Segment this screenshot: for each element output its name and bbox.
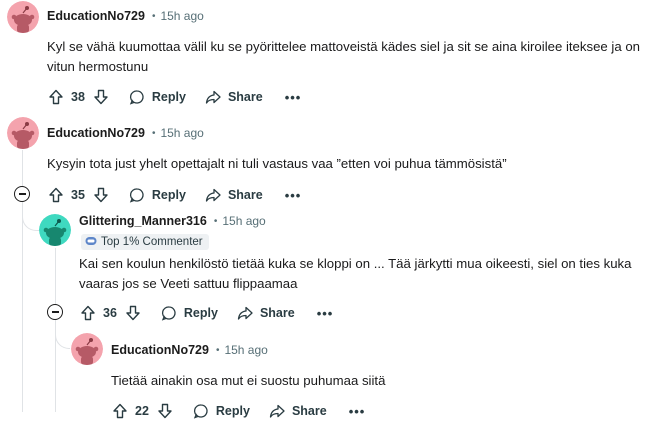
arrow-down-icon[interactable] xyxy=(92,186,110,204)
vote-count: 22 xyxy=(135,404,149,418)
minus-circle-icon xyxy=(18,193,26,195)
more-options-button[interactable]: ••• xyxy=(317,306,334,321)
comment-timestamp[interactable]: 15h ago xyxy=(224,343,267,357)
vote-count: 35 xyxy=(71,188,85,202)
reply-button[interactable]: Reply xyxy=(192,402,250,420)
meta-separator: • xyxy=(213,215,218,227)
vote-count: 36 xyxy=(103,306,117,320)
more-options-button[interactable]: ••• xyxy=(285,188,302,203)
thread-line xyxy=(22,202,23,412)
more-options-button[interactable]: ••• xyxy=(285,90,302,105)
comment-timestamp[interactable]: 15h ago xyxy=(160,126,203,140)
arrow-up-icon[interactable] xyxy=(111,402,129,420)
meta-separator: • xyxy=(151,127,156,139)
commenter-badge[interactable]: Top 1% Commenter xyxy=(81,234,209,250)
meta-separator: • xyxy=(151,10,156,22)
collapse-thread-button[interactable] xyxy=(14,186,30,202)
thread-connector xyxy=(55,318,70,349)
more-options-button[interactable]: ••• xyxy=(349,404,366,419)
comment-actions: 22 Reply Share ••• xyxy=(111,401,365,421)
arrow-up-icon[interactable] xyxy=(47,186,65,204)
reply-label: Reply xyxy=(151,188,186,202)
vote-count: 38 xyxy=(71,90,85,104)
reply-label: Reply xyxy=(215,404,250,418)
share-arrow-icon xyxy=(204,186,222,204)
comment-author[interactable]: Glittering_Manner316 xyxy=(79,214,207,228)
comment-body: Tietää ainakin osa mut ei suostu puhumaa… xyxy=(111,373,386,388)
avatar[interactable] xyxy=(39,214,71,246)
snoo-avatar-icon xyxy=(7,1,39,33)
arrow-up-icon[interactable] xyxy=(47,88,65,106)
comment-actions: 38 Reply Share ••• xyxy=(47,87,301,107)
thread-connector xyxy=(22,200,39,231)
reply-button[interactable]: Reply xyxy=(160,304,218,322)
snoo-avatar-icon xyxy=(7,117,39,149)
collapse-thread-button[interactable] xyxy=(47,304,63,320)
comment-author[interactable]: EducationNo729 xyxy=(47,126,145,140)
comment-author[interactable]: EducationNo729 xyxy=(111,343,209,357)
arrow-up-icon[interactable] xyxy=(79,304,97,322)
arrow-down-icon[interactable] xyxy=(92,88,110,106)
reply-label: Reply xyxy=(183,306,218,320)
speech-bubble-icon xyxy=(128,88,146,106)
share-arrow-icon xyxy=(268,402,286,420)
comment-actions: 36 Reply Share ••• xyxy=(79,303,333,323)
reply-button[interactable]: Reply xyxy=(128,88,186,106)
reply-label: Reply xyxy=(151,90,186,104)
comment-body: Kyl se vähä kuumottaa välil ku se pyörit… xyxy=(47,39,641,74)
comment-timestamp[interactable]: 15h ago xyxy=(160,9,203,23)
share-button[interactable]: Share xyxy=(204,88,263,106)
arrow-down-icon[interactable] xyxy=(124,304,142,322)
avatar[interactable] xyxy=(7,1,39,33)
minus-circle-icon xyxy=(51,311,59,313)
speech-bubble-icon xyxy=(192,402,210,420)
comment-body: Kai sen koulun henkilöstö tietää kuka se… xyxy=(79,256,632,291)
snoo-avatar-icon xyxy=(39,214,71,246)
share-button[interactable]: Share xyxy=(268,402,327,420)
comment-body: Kysyin tota just yhelt opettajalt ni tul… xyxy=(47,156,507,171)
share-label: Share xyxy=(227,90,263,104)
comment-actions: 35 Reply Share ••• xyxy=(47,185,301,205)
reply-button[interactable]: Reply xyxy=(128,186,186,204)
share-button[interactable]: Share xyxy=(236,304,295,322)
snoo-avatar-icon xyxy=(71,333,103,365)
avatar[interactable] xyxy=(7,117,39,149)
share-label: Share xyxy=(227,188,263,202)
commenter-badge-icon xyxy=(85,233,97,251)
share-button[interactable]: Share xyxy=(204,186,263,204)
arrow-down-icon[interactable] xyxy=(156,402,174,420)
comment-author[interactable]: EducationNo729 xyxy=(47,9,145,23)
share-label: Share xyxy=(259,306,295,320)
meta-separator: • xyxy=(215,344,220,356)
share-arrow-icon xyxy=(204,88,222,106)
share-label: Share xyxy=(291,404,327,418)
speech-bubble-icon xyxy=(160,304,178,322)
comment-timestamp[interactable]: 15h ago xyxy=(222,214,265,228)
badge-label: Top 1% Commenter xyxy=(101,236,203,248)
share-arrow-icon xyxy=(236,304,254,322)
thread-line xyxy=(55,248,56,304)
speech-bubble-icon xyxy=(128,186,146,204)
avatar[interactable] xyxy=(71,333,103,365)
